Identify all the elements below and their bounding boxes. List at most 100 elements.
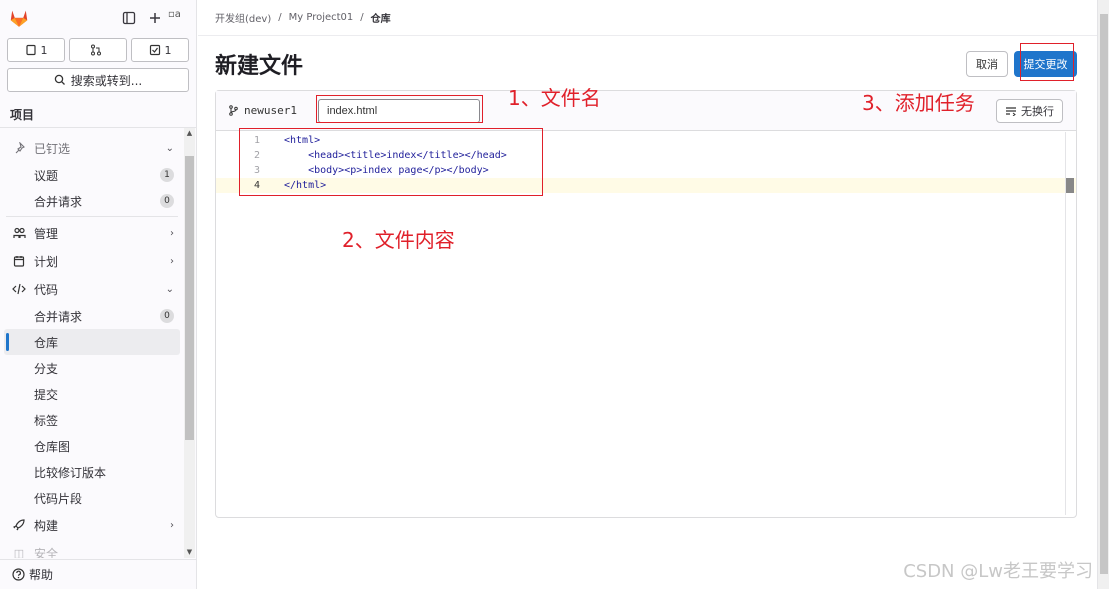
count-badge: 0 (160, 309, 174, 323)
project-section-title: 项目 (0, 102, 196, 128)
sidebar-item-pinned-merge-requests[interactable]: 合并请求 0 (0, 188, 184, 214)
annotation-label-2: 2、文件内容 (342, 228, 455, 252)
sidebar-item-label: 仓库图 (34, 439, 71, 454)
issues-icon (25, 44, 36, 56)
sidebar-group-partial[interactable]: ◫ 安全 (0, 539, 184, 559)
annotation-label-3: 3、添加任务 (862, 91, 975, 115)
create-new-icon[interactable] (144, 7, 166, 29)
sidebar-item-label: 合并请求 (34, 194, 83, 209)
page-title: 新建文件 (215, 54, 304, 79)
calendar-icon (12, 255, 26, 267)
sidebar-group-code[interactable]: 代码 ⌄ (0, 275, 184, 303)
pinned-label: 已钉选 (34, 141, 71, 156)
sidebar-item-label: 安全 (34, 546, 59, 559)
page-scroll-thumb[interactable] (1100, 14, 1108, 574)
scroll-up-icon[interactable]: ▲ (184, 128, 195, 139)
scroll-thumb[interactable] (185, 156, 194, 440)
gitlab-logo-icon[interactable] (8, 7, 30, 29)
users-icon (12, 227, 26, 239)
sidebar-nav: 已钉选 ⌄ 议题 1 合并请求 0 管理 › 计划 › 代码 ⌄ 合并请求 0 … (0, 128, 184, 558)
sidebar-scrollbar[interactable]: ▲ ▼ (184, 128, 195, 558)
todo-icon (149, 44, 160, 56)
sidebar-item-issues[interactable]: 议题 1 (0, 162, 184, 188)
shield-icon: ◫ (13, 546, 25, 559)
sidebar-item-label: 提交 (34, 387, 59, 402)
page-scrollbar[interactable] (1097, 0, 1109, 589)
search-label: 搜索或转到... (70, 73, 143, 88)
sidebar: ▫ a 1 1 搜索或转到... 项目 已钉选 ⌄ 议题 1 合并请求 0 管理… (0, 0, 197, 589)
chevron-right-icon: › (170, 519, 174, 531)
help-label: 帮助 (29, 568, 54, 582)
sidebar-group-manage[interactable]: 管理 › (0, 219, 184, 247)
help-button[interactable]: 帮助 (0, 559, 196, 589)
editor-ruler (1065, 132, 1066, 515)
avatar[interactable]: ▫ a (168, 9, 188, 27)
watermark: CSDN @Lw老王要学习 (903, 561, 1093, 582)
chevron-down-icon: ⌄ (165, 142, 174, 154)
breadcrumb-current[interactable]: 仓库 (371, 10, 391, 25)
annotation-box-filename (316, 95, 483, 123)
branch-name: newuser1 (244, 104, 297, 117)
avatar-alt-text: a (174, 9, 181, 20)
sidebar-item-label: 计划 (34, 254, 59, 269)
breadcrumb-separator: / (278, 12, 282, 23)
sidebar-group-plan[interactable]: 计划 › (0, 247, 184, 275)
chevron-down-icon: ⌄ (165, 283, 174, 295)
breadcrumb-separator: / (360, 12, 364, 23)
sidebar-item-repository[interactable]: 仓库 (4, 329, 180, 355)
count-badge: 0 (160, 194, 174, 208)
sidebar-item-merge-requests[interactable]: 合并请求 0 (0, 303, 184, 329)
annotation-box-content (239, 128, 543, 196)
collapse-sidebar-icon[interactable] (118, 7, 140, 29)
no-wrap-label: 无换行 (1021, 105, 1054, 118)
issues-count: 1 (40, 43, 48, 57)
code-icon (12, 283, 26, 295)
sidebar-item-label: 代码片段 (34, 491, 83, 506)
sidebar-item-label: 合并请求 (34, 309, 83, 324)
sidebar-item-label: 代码 (34, 282, 59, 297)
overview-ruler-cursor (1066, 178, 1074, 193)
count-badge: 1 (160, 168, 174, 182)
scroll-down-icon[interactable]: ▼ (184, 547, 195, 558)
breadcrumb: 开发组(dev) / My Project01 / 仓库 (198, 0, 1097, 36)
sidebar-item-label: 分支 (34, 361, 59, 376)
sidebar-item-label: 比较修订版本 (34, 465, 107, 480)
search-icon (54, 74, 65, 85)
sidebar-item-label: 仓库 (34, 335, 59, 350)
issues-count-button[interactable]: 1 (7, 38, 65, 62)
divider (6, 216, 178, 217)
sidebar-item-tags[interactable]: 标签 (0, 407, 184, 433)
sidebar-item-branches[interactable]: 分支 (0, 355, 184, 381)
sidebar-item-repository-graph[interactable]: 仓库图 (0, 433, 184, 459)
sidebar-item-label: 构建 (34, 518, 59, 533)
help-icon (12, 568, 25, 581)
sidebar-item-commits[interactable]: 提交 (0, 381, 184, 407)
chevron-right-icon: › (170, 227, 174, 239)
merge-request-icon (91, 44, 101, 56)
no-wrap-button[interactable]: 无换行 (996, 99, 1063, 123)
sidebar-item-label: 管理 (34, 226, 59, 241)
annotation-box-commit (1020, 43, 1074, 81)
annotation-label-1: 1、文件名 (508, 86, 601, 110)
breadcrumb-group-link[interactable]: 开发组(dev) (215, 10, 271, 25)
chevron-right-icon: › (170, 255, 174, 267)
branch-icon (229, 105, 238, 116)
sidebar-item-snippets[interactable]: 代码片段 (0, 485, 184, 511)
sidebar-top: ▫ a (0, 0, 196, 36)
pin-icon (12, 142, 26, 154)
counts-row: 1 1 (0, 38, 196, 62)
search-button[interactable]: 搜索或转到... (7, 68, 189, 92)
sidebar-group-build[interactable]: 构建 › (0, 511, 184, 539)
sidebar-item-label: 议题 (34, 168, 59, 183)
branch-indicator: newuser1 (228, 104, 297, 117)
sidebar-item-compare-revisions[interactable]: 比较修订版本 (0, 459, 184, 485)
merge-requests-count-button[interactable] (69, 38, 127, 62)
cancel-button[interactable]: 取消 (966, 51, 1008, 77)
sidebar-item-label: 标签 (34, 413, 59, 428)
wrap-icon (1006, 107, 1016, 116)
rocket-icon (12, 519, 26, 531)
todos-count-button[interactable]: 1 (131, 38, 189, 62)
todos-count: 1 (164, 43, 172, 57)
sidebar-group-pinned[interactable]: 已钉选 ⌄ (0, 134, 184, 162)
breadcrumb-project-link[interactable]: My Project01 (289, 12, 354, 23)
